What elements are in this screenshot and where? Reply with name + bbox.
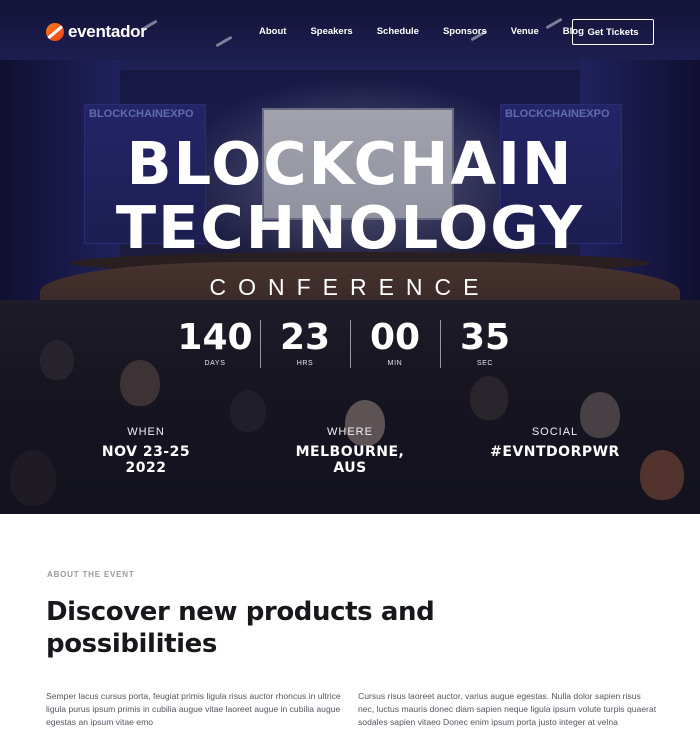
countdown-hours: 23 HRS	[260, 317, 350, 368]
hero-title-line1: BLOCKCHAIN	[126, 129, 574, 198]
nav-item-venue[interactable]: Venue	[511, 26, 539, 37]
countdown-timer: 140 DAYS 23 HRS 00 MIN 35 SEC	[0, 317, 700, 368]
about-paragraph-right: Cursus risus laoreet auctor, varius augu…	[358, 691, 657, 727]
about-paragraph-left: Semper lacus cursus porta, feugiat primi…	[46, 691, 341, 727]
where-value: MELBOURNE, AUS	[295, 444, 405, 476]
countdown-value: 35	[459, 317, 511, 358]
get-tickets-button[interactable]: Get Tickets	[572, 19, 654, 45]
event-social: SOCIAL #EVNTDORPWR	[490, 426, 620, 460]
about-eyebrow: ABOUT THE EVENT	[47, 570, 135, 579]
countdown-label: HRS	[296, 360, 314, 367]
countdown-value: 23	[279, 317, 331, 358]
brand-name: eventador	[68, 22, 147, 41]
social-label: SOCIAL	[531, 426, 579, 438]
event-when: WHEN NOV 23-25 2022	[86, 426, 206, 476]
hero-subtitle: CONFERENCE	[209, 274, 491, 300]
nav-menu: About Speakers Schedule Sponsors Venue B…	[259, 26, 608, 37]
about-heading: Discover new products and possibilities	[46, 597, 435, 659]
nav-item-about[interactable]: About	[259, 26, 286, 37]
hero-title-line2: TECHNOLOGY	[115, 193, 585, 262]
logo-icon	[46, 23, 64, 41]
social-hashtag: #EVNTDORPWR	[490, 444, 620, 460]
nav-item-schedule[interactable]: Schedule	[377, 26, 419, 37]
when-value: NOV 23-25 2022	[101, 444, 191, 476]
countdown-seconds: 35 SEC	[440, 317, 530, 368]
countdown-label: DAYS	[204, 360, 226, 367]
when-label: WHEN	[127, 426, 165, 438]
countdown-label: MIN	[387, 360, 403, 367]
brand-logo[interactable]: eventador	[46, 22, 147, 42]
nav-item-sponsors[interactable]: Sponsors	[443, 26, 487, 37]
countdown-days: 140 DAYS	[170, 317, 260, 368]
event-where: WHERE MELBOURNE, AUS	[280, 426, 420, 476]
countdown-value: 00	[369, 317, 421, 358]
nav-item-speakers[interactable]: Speakers	[310, 26, 352, 37]
top-nav: eventador About Speakers Schedule Sponso…	[0, 0, 700, 64]
countdown-minutes: 00 MIN	[350, 317, 440, 368]
where-label: WHERE	[327, 426, 373, 438]
countdown-value: 140	[177, 317, 253, 358]
countdown-label: SEC	[476, 360, 494, 367]
